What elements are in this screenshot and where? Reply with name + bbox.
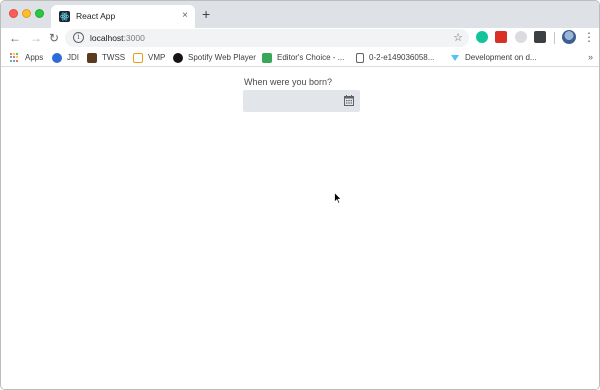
bookmark-spotify[interactable]: Spotify Web Player: [173, 51, 256, 64]
close-tab-icon[interactable]: ×: [182, 9, 188, 23]
react-icon: [59, 11, 70, 22]
url-host: localhost: [90, 33, 124, 43]
url-port: :3000: [123, 33, 145, 43]
grammarly-extension-icon[interactable]: [476, 31, 488, 43]
bookmark-vmp[interactable]: VMP: [133, 51, 165, 64]
bookmark-label: Development on d...: [465, 53, 537, 62]
red-extension-icon[interactable]: [495, 31, 507, 43]
back-button[interactable]: ←: [9, 30, 21, 46]
vmp-icon: [133, 52, 143, 63]
maximize-window-button[interactable]: [35, 9, 44, 18]
bookmark-editors-choice[interactable]: Editor's Choice - ...: [262, 51, 344, 64]
bookmarks-overflow-icon[interactable]: »: [588, 50, 593, 64]
bookmark-label: Apps: [25, 53, 44, 62]
twss-icon: [87, 52, 97, 63]
bookmark-label: TWSS: [102, 53, 126, 62]
bookmark-apps[interactable]: Apps: [10, 51, 43, 64]
minimize-window-button[interactable]: [22, 9, 31, 18]
calendar-icon[interactable]: [344, 95, 354, 106]
birthdate-input[interactable]: [243, 90, 360, 112]
bookmark-twss[interactable]: TWSS: [87, 51, 125, 64]
bookmark-star-icon[interactable]: ☆: [453, 30, 463, 46]
tab-title: React App: [76, 11, 116, 21]
jdi-icon: [52, 52, 62, 63]
bookmarks-bar: Apps JDI TWSS VMP Spotify Web Player Edi…: [1, 48, 599, 67]
birthdate-label: When were you born?: [244, 77, 333, 87]
browser-menu-icon[interactable]: ⋮: [583, 30, 595, 44]
page-content: When were you born?: [1, 68, 599, 389]
gray-extension-icon[interactable]: [515, 31, 527, 43]
bookmark-document[interactable]: 0-2-e149036058...: [356, 51, 434, 64]
new-tab-button[interactable]: +: [202, 6, 210, 22]
reload-button[interactable]: ↻: [49, 30, 59, 46]
site-info-icon[interactable]: i: [73, 32, 84, 43]
dev-icon: [451, 54, 459, 61]
dark-extension-icon[interactable]: [534, 31, 546, 43]
bookmark-label: 0-2-e149036058...: [369, 53, 435, 62]
bookmark-label: VMP: [148, 53, 166, 62]
tab-react-app[interactable]: React App ×: [51, 5, 195, 28]
url-text[interactable]: localhost:3000: [90, 32, 145, 44]
editors-choice-icon: [262, 52, 272, 63]
mouse-cursor-icon: [334, 192, 342, 204]
tab-strip: React App × +: [1, 1, 599, 28]
bookmark-label: Editor's Choice - ...: [277, 53, 345, 62]
document-icon: [356, 52, 364, 63]
bookmark-jdi[interactable]: JDI: [52, 51, 79, 64]
profile-avatar[interactable]: [562, 30, 576, 44]
toolbar: ← → ↻ i localhost:3000 ☆ ⋮: [1, 28, 599, 48]
browser-window: React App × + ← → ↻ i localhost:3000 ☆ ⋮: [0, 0, 600, 390]
address-bar[interactable]: i localhost:3000 ☆: [65, 29, 469, 47]
toolbar-divider: [554, 32, 555, 44]
bookmark-label: Spotify Web Player: [188, 53, 256, 62]
bookmark-label: JDI: [67, 53, 79, 62]
spotify-icon: [173, 52, 183, 63]
bookmark-development[interactable]: Development on d...: [450, 51, 537, 64]
forward-button[interactable]: →: [30, 30, 42, 46]
apps-grid-icon: [10, 52, 20, 63]
close-window-button[interactable]: [9, 9, 18, 18]
